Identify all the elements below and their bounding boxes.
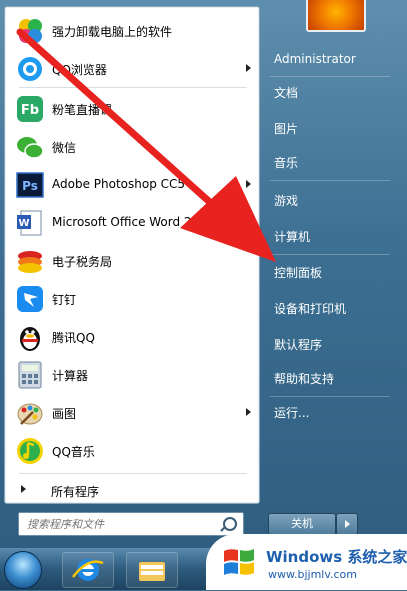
program-item-label: QQ音乐 xyxy=(52,445,95,459)
program-item[interactable]: Fb 粉笔直播课 xyxy=(5,91,259,127)
start-orb-icon[interactable] xyxy=(4,551,42,589)
submenu-arrow-icon[interactable] xyxy=(246,408,251,416)
fenbi-icon: Fb xyxy=(17,96,43,122)
program-item-label: Microsoft Office Word 2007 xyxy=(52,215,215,229)
taskbar-explorer-button[interactable] xyxy=(126,552,178,588)
right-separator xyxy=(270,396,390,397)
program-item-label: 钉钉 xyxy=(52,293,77,307)
ie-icon xyxy=(72,559,104,581)
right-link-item[interactable]: 帮助和支持 xyxy=(266,368,396,390)
program-item[interactable]: Ps Adobe Photoshop CC5 xyxy=(5,167,259,203)
program-item-label: 计算器 xyxy=(52,369,89,383)
all-programs-separator xyxy=(19,473,247,474)
right-link-item[interactable]: 默认程序 xyxy=(266,334,396,356)
tax-bureau-icon xyxy=(18,251,42,273)
program-item-label: 腾讯QQ xyxy=(52,331,95,345)
right-separator xyxy=(270,254,390,255)
qq-music-icon xyxy=(17,438,43,464)
right-link-item[interactable]: 运行... xyxy=(266,402,396,424)
right-link-item[interactable]: 计算机 xyxy=(266,226,396,248)
photoshop-icon: Ps xyxy=(16,172,44,198)
dingtalk-icon xyxy=(17,286,43,312)
svg-text:Fb: Fb xyxy=(21,103,39,118)
program-item[interactable]: W Microsoft Office Word 2007 xyxy=(5,205,259,241)
program-item-label: 画图 xyxy=(52,407,77,421)
right-separator xyxy=(270,76,390,77)
right-link-item[interactable]: 文档 xyxy=(266,82,396,104)
program-item[interactable]: 钉钉 xyxy=(5,281,259,317)
shutdown-options-button[interactable] xyxy=(336,513,358,535)
right-separator xyxy=(270,180,390,181)
pinwheel-app-icon xyxy=(19,19,42,43)
submenu-arrow-icon[interactable] xyxy=(246,218,251,226)
taskbar-ie-button[interactable] xyxy=(62,552,114,588)
program-item[interactable]: QQ浏览器 xyxy=(5,51,259,87)
program-item[interactable]: QQ音乐 xyxy=(5,433,259,469)
all-programs-label: 所有程序 xyxy=(51,485,100,499)
watermark-url: www.bjjmlv.com xyxy=(268,568,357,581)
program-item[interactable]: 强力卸载电脑上的软件 xyxy=(5,13,259,49)
folder-icon xyxy=(139,562,165,581)
wechat-icon xyxy=(17,137,44,159)
program-item[interactable]: 微信 xyxy=(5,129,259,165)
search-box[interactable] xyxy=(18,512,244,536)
pinned-separator xyxy=(19,87,247,88)
word-icon: W xyxy=(17,210,42,236)
program-item-label: QQ浏览器 xyxy=(52,63,107,77)
all-programs-arrow-icon xyxy=(21,485,26,493)
calculator-icon xyxy=(18,361,42,389)
program-item-label: Adobe Photoshop CC5 xyxy=(52,177,186,191)
right-link-item[interactable]: 控制面板 xyxy=(266,262,396,284)
program-item-label: 粉笔直播课 xyxy=(52,103,113,117)
programs-pane: 强力卸载电脑上的软件 QQ浏览器 Fb 粉笔直播课微信 Ps Adobe Photosho… xyxy=(4,6,260,504)
start-menu: 强力卸载电脑上的软件 QQ浏览器 Fb 粉笔直播课微信 Ps Adobe Photosho… xyxy=(0,0,407,548)
right-link-item[interactable]: 游戏 xyxy=(266,190,396,212)
program-item[interactable]: 腾讯QQ xyxy=(5,319,259,355)
program-item-label: 微信 xyxy=(52,141,77,155)
right-link-item[interactable]: 音乐 xyxy=(266,152,396,174)
program-item[interactable]: 电子税务局 xyxy=(5,243,259,279)
all-programs-button[interactable]: 所有程序 xyxy=(5,477,259,503)
right-link-item[interactable]: Administrator xyxy=(266,48,396,70)
program-item[interactable]: 计算器 xyxy=(5,357,259,393)
svg-text:Ps: Ps xyxy=(22,179,38,193)
submenu-arrow-icon[interactable] xyxy=(246,64,251,72)
search-icon[interactable] xyxy=(223,517,237,531)
right-link-item[interactable]: 设备和打印机 xyxy=(266,298,396,320)
qq-browser-icon xyxy=(18,57,42,81)
program-item[interactable]: 画图 xyxy=(5,395,259,431)
watermark-title: Windows 系统之家 xyxy=(266,548,407,566)
program-item-label: 强力卸载电脑上的软件 xyxy=(52,25,173,39)
watermark: Windows 系统之家 www.bjjmlv.com xyxy=(206,534,407,590)
windows-logo-icon xyxy=(224,549,254,575)
paint-icon xyxy=(17,403,43,425)
qq-penguin-icon xyxy=(20,327,40,351)
right-link-item[interactable]: 图片 xyxy=(266,118,396,140)
search-input[interactable] xyxy=(25,515,219,533)
program-item-label: 电子税务局 xyxy=(52,255,113,269)
shutdown-button[interactable]: 关机 xyxy=(268,513,336,535)
user-avatar[interactable] xyxy=(306,0,366,32)
submenu-arrow-icon[interactable] xyxy=(246,180,251,188)
svg-text:W: W xyxy=(18,218,29,229)
